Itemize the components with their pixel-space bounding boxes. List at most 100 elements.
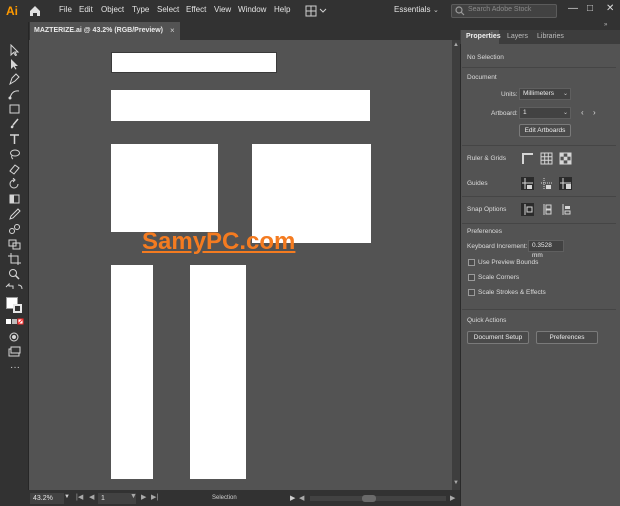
lasso-tool-icon[interactable] bbox=[8, 148, 21, 160]
menu-view[interactable]: View bbox=[214, 5, 231, 14]
smart-guides-icon[interactable] bbox=[540, 177, 553, 190]
stroke-color-swatch[interactable] bbox=[13, 304, 22, 313]
collapse-panel-icon[interactable]: » bbox=[604, 22, 607, 28]
menu-help[interactable]: Help bbox=[274, 5, 290, 14]
divider bbox=[462, 223, 616, 224]
rectangle-tool-icon[interactable] bbox=[8, 103, 21, 115]
tab-properties[interactable]: Properties bbox=[466, 33, 501, 40]
previous-artboard-button[interactable]: ◀ bbox=[89, 493, 94, 501]
workspace-switcher-icon[interactable] bbox=[305, 5, 329, 17]
artboard-tool-icon[interactable] bbox=[8, 253, 21, 265]
tab-layers[interactable]: Layers bbox=[507, 33, 528, 40]
snap-to-glyph-icon[interactable] bbox=[559, 203, 572, 216]
artboard-3[interactable] bbox=[111, 144, 218, 232]
minimize-button[interactable]: — bbox=[568, 3, 578, 14]
chevron-down-icon[interactable]: ⌄ bbox=[563, 109, 568, 116]
drawing-modes-icon[interactable] bbox=[8, 331, 21, 343]
menu-select[interactable]: Select bbox=[157, 5, 179, 14]
maximize-button[interactable]: □ bbox=[587, 3, 593, 14]
curvature-tool-icon[interactable] bbox=[8, 88, 21, 100]
type-tool-icon[interactable] bbox=[8, 133, 21, 145]
scroll-up-icon[interactable]: ▲ bbox=[453, 42, 459, 48]
zoom-level-field[interactable]: 43.2% bbox=[30, 493, 64, 504]
chevron-down-icon[interactable]: ⌄ bbox=[433, 6, 439, 14]
artboard-5[interactable] bbox=[111, 265, 153, 479]
eraser-tool-icon[interactable] bbox=[8, 163, 21, 175]
panel-header bbox=[460, 22, 620, 30]
status-menu-icon[interactable]: ▶ bbox=[290, 494, 295, 502]
pen-tool-icon[interactable] bbox=[8, 73, 21, 85]
home-icon[interactable] bbox=[28, 4, 42, 18]
zoom-tool-icon[interactable] bbox=[8, 268, 21, 280]
artboard-6[interactable] bbox=[190, 265, 246, 479]
artboard-2[interactable] bbox=[111, 90, 370, 121]
snap-to-pixel-icon[interactable] bbox=[540, 203, 553, 216]
edit-artboards-button[interactable]: Edit Artboards bbox=[519, 124, 571, 137]
menu-edit[interactable]: Edit bbox=[79, 5, 93, 14]
menu-effect[interactable]: Effect bbox=[186, 5, 206, 14]
blend-tool-icon[interactable] bbox=[8, 223, 21, 235]
rulers-grids-label: Ruler & Grids bbox=[467, 155, 507, 162]
width-tool-icon[interactable] bbox=[8, 193, 21, 205]
quick-actions-heading: Quick Actions bbox=[467, 317, 507, 324]
last-artboard-button[interactable]: ▶| bbox=[151, 493, 158, 501]
selection-tool-icon[interactable] bbox=[8, 44, 21, 56]
vertical-scrollbar[interactable] bbox=[452, 40, 460, 490]
rotate-tool-icon[interactable] bbox=[8, 178, 21, 190]
chevron-down-icon[interactable]: ▼ bbox=[64, 494, 70, 500]
next-artboard-icon[interactable]: › bbox=[593, 108, 596, 117]
chevron-down-icon[interactable]: ▼ bbox=[130, 493, 137, 500]
grid-icon[interactable] bbox=[540, 152, 553, 165]
keyboard-increment-label: Keyboard Increment: bbox=[467, 243, 528, 250]
preferences-button[interactable]: Preferences bbox=[536, 331, 598, 344]
document-tab-title[interactable]: MAZTERIZE.ai @ 43.2% (RGB/Preview) bbox=[34, 27, 163, 34]
horizontal-scrollbar[interactable] bbox=[310, 496, 446, 501]
scale-corners-checkbox[interactable] bbox=[468, 274, 475, 281]
artboard-1[interactable] bbox=[111, 52, 277, 73]
previous-artboard-icon[interactable]: ‹ bbox=[581, 108, 584, 117]
rulers-icon[interactable] bbox=[521, 152, 534, 165]
close-button[interactable]: ✕ bbox=[606, 3, 614, 14]
document-setup-button[interactable]: Document Setup bbox=[467, 331, 529, 344]
menu-type[interactable]: Type bbox=[132, 5, 149, 14]
use-preview-bounds-label: Use Preview Bounds bbox=[478, 259, 539, 266]
color-mode-icons[interactable] bbox=[6, 318, 24, 326]
current-tool-label: Selection bbox=[212, 495, 237, 501]
chevron-down-icon[interactable]: ⌄ bbox=[563, 90, 568, 97]
screen-mode-icon[interactable] bbox=[8, 346, 21, 358]
keyboard-increment-input[interactable]: 0.3528 mm bbox=[528, 240, 564, 259]
scale-corners-label: Scale Corners bbox=[478, 274, 520, 281]
close-tab-icon[interactable]: × bbox=[170, 26, 175, 35]
first-artboard-button[interactable]: |◀ bbox=[76, 493, 83, 501]
illustrator-logo: Ai bbox=[6, 4, 18, 18]
paintbrush-tool-icon[interactable] bbox=[8, 118, 21, 130]
show-guides-icon[interactable] bbox=[521, 177, 534, 190]
artboard-label: Artboard: bbox=[491, 110, 518, 117]
guides-label: Guides bbox=[467, 180, 488, 187]
scroll-down-icon[interactable]: ▼ bbox=[453, 480, 459, 486]
menu-window[interactable]: Window bbox=[238, 5, 266, 14]
search-icon bbox=[455, 6, 465, 16]
scroll-right-icon[interactable]: ▶ bbox=[450, 494, 455, 502]
transparency-grid-icon[interactable] bbox=[559, 152, 572, 165]
menu-object[interactable]: Object bbox=[101, 5, 124, 14]
horizontal-scroll-thumb[interactable] bbox=[362, 495, 376, 502]
tab-libraries[interactable]: Libraries bbox=[537, 33, 564, 40]
workspace-label[interactable]: Essentials bbox=[394, 5, 430, 14]
scale-strokes-checkbox[interactable] bbox=[468, 289, 475, 296]
preferences-heading: Preferences bbox=[467, 228, 503, 235]
lock-guides-icon[interactable] bbox=[559, 177, 572, 190]
scroll-left-icon[interactable]: ◀ bbox=[299, 494, 304, 502]
direct-selection-tool-icon[interactable] bbox=[8, 58, 21, 70]
eyedropper-tool-icon[interactable] bbox=[8, 208, 21, 220]
more-tools-icon[interactable]: ··· bbox=[10, 362, 20, 373]
menu-file[interactable]: File bbox=[59, 5, 72, 14]
document-heading: Document bbox=[467, 74, 497, 81]
snap-to-point-icon[interactable] bbox=[521, 203, 534, 216]
shape-builder-tool-icon[interactable] bbox=[8, 238, 21, 250]
use-preview-bounds-checkbox[interactable] bbox=[468, 259, 475, 266]
swap-colors-icon[interactable] bbox=[4, 283, 25, 295]
divider bbox=[462, 309, 616, 310]
next-artboard-button[interactable]: ▶ bbox=[141, 493, 146, 501]
divider bbox=[462, 67, 616, 68]
